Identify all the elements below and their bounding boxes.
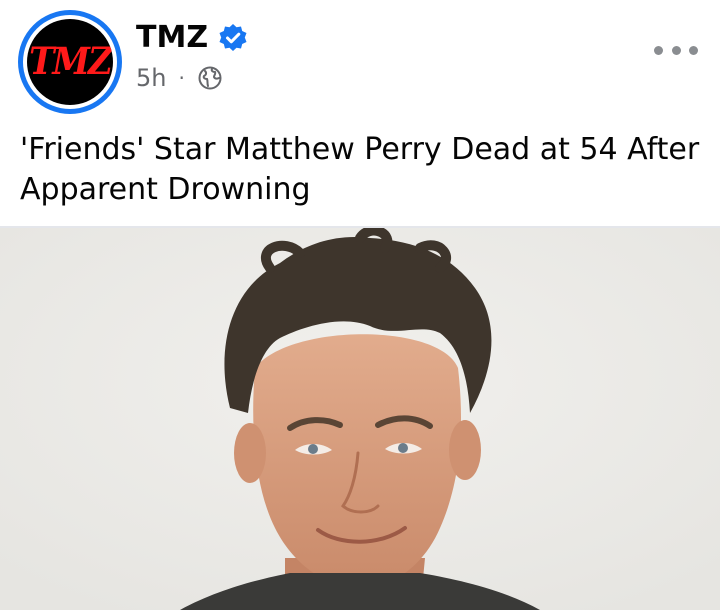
post-header: TMZ TMZ 5h ·	[0, 0, 720, 118]
portrait-image	[0, 228, 720, 610]
post-headline[interactable]: 'Friends' Star Matthew Perry Dead at 54 …	[20, 130, 710, 210]
post-photo[interactable]	[0, 228, 720, 610]
verified-badge-icon	[218, 23, 248, 53]
tmz-logo: TMZ	[27, 19, 113, 105]
page-avatar[interactable]: TMZ	[18, 10, 122, 114]
globe-icon[interactable]	[197, 65, 223, 91]
separator-dot: ·	[178, 66, 185, 90]
logo-text: TMZ	[29, 40, 113, 84]
post-timestamp[interactable]: 5h	[136, 64, 166, 92]
page-name-row: TMZ	[136, 20, 248, 55]
page-name[interactable]: TMZ	[136, 20, 208, 55]
post-meta: 5h ·	[136, 64, 223, 92]
more-options-icon[interactable]	[654, 40, 698, 60]
